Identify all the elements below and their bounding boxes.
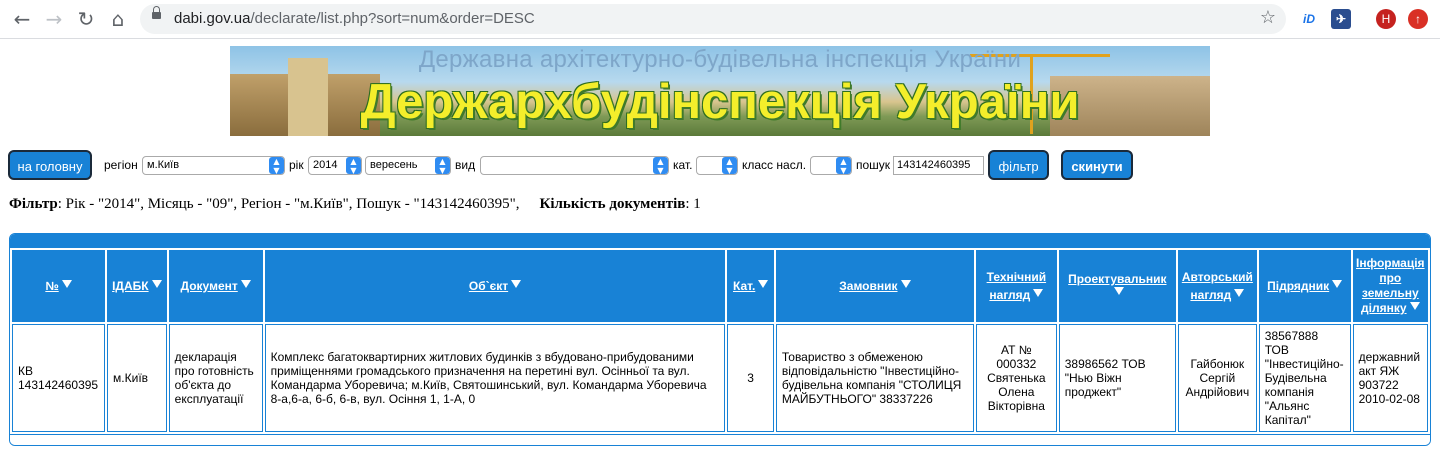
home-button[interactable]: на головну (8, 150, 92, 180)
cell-designer: 38986562 ТОВ "Нью Віжн проджект" (1058, 324, 1176, 432)
kind-select[interactable]: ▲ ▼ (480, 156, 669, 175)
select-arrows-icon: ▲ ▼ (346, 157, 361, 174)
sort-desc-icon[interactable] (511, 280, 522, 288)
select-arrows-icon: ▲ ▼ (269, 157, 284, 174)
header-category[interactable]: Кат. (727, 250, 774, 322)
region-select[interactable]: м.Київ ▲ ▼ (142, 156, 285, 175)
header-document[interactable]: Документ (168, 250, 263, 322)
table-top-bar (10, 234, 1430, 248)
kind-label: вид (455, 158, 476, 172)
extension-globe-icon[interactable]: ✈ (1331, 9, 1351, 29)
region-label: регіон (104, 158, 138, 172)
update-icon[interactable]: ↑ (1408, 9, 1428, 29)
site-banner: Державна архітектурно-будівельна інспекц… (230, 46, 1210, 136)
banner-subtitle: Державна архітектурно-будівельна інспекц… (418, 46, 1022, 73)
filter-bar: на головну регіон м.Київ ▲ ▼ рік 2014 ▲ ▼ ве… (8, 150, 1438, 182)
sort-desc-icon[interactable] (1234, 289, 1245, 297)
count-text: : 1 (685, 196, 701, 212)
forward-arrow-icon[interactable]: → (42, 7, 66, 31)
select-arrows-icon: ▲ ▼ (722, 157, 737, 174)
cell-customer: Товариство з обмеженою відповідальністю … (775, 324, 974, 432)
filter-summary-text: : Рік - "2014", Місяць - "09", Регіон - … (57, 196, 520, 212)
filter-button[interactable]: фільтр (988, 150, 1049, 180)
sort-desc-icon[interactable] (1409, 302, 1420, 310)
cell-author-supervision: Гайбонюк Сергій Андрійович (1177, 324, 1257, 432)
header-idabk[interactable]: ІДАБК (107, 250, 167, 322)
header-object[interactable]: Об`єкт (264, 250, 726, 322)
sort-desc-icon[interactable] (240, 280, 251, 288)
sort-desc-icon[interactable] (1332, 280, 1343, 288)
table-row: КВ 143142460395 м.Київ декларація про го… (12, 324, 1428, 432)
url-text[interactable]: dabi.gov.ua/declarate/list.php?sort=num&… (174, 10, 535, 27)
results-table: № ІДАБК Документ Об`єкт Кат. Замовник Те… (10, 248, 1430, 434)
class-select[interactable]: ▲ ▼ (810, 156, 852, 175)
count-label: Кількість документів (539, 196, 686, 212)
lock-icon (152, 6, 161, 19)
sort-desc-icon[interactable] (1113, 287, 1124, 295)
search-input[interactable]: 143142460395 (893, 156, 984, 175)
category-select[interactable]: ▲ ▼ (696, 156, 738, 175)
year-select[interactable]: 2014 ▲ ▼ (308, 156, 362, 175)
reload-icon[interactable]: ↻ (74, 7, 98, 31)
sort-desc-icon[interactable] (758, 280, 769, 288)
cell-idabk: м.Київ (107, 324, 167, 432)
address-bar[interactable]: dabi.gov.ua/declarate/list.php?sort=num&… (140, 4, 1286, 34)
cell-category: 3 (727, 324, 774, 432)
category-label: кат. (673, 158, 693, 172)
header-tech-supervision[interactable]: Технічний нагляд (975, 250, 1057, 322)
cell-land-info: державний акт ЯЖ 903722 2010-02-08 (1352, 324, 1428, 432)
sort-desc-icon[interactable] (151, 280, 162, 288)
header-author-supervision[interactable]: Авторський нагляд (1177, 250, 1257, 322)
header-contractor[interactable]: Підрядник (1258, 250, 1351, 322)
header-designer[interactable]: Проектувальник (1058, 250, 1176, 322)
reset-button[interactable]: скинути (1061, 150, 1133, 180)
browser-toolbar: ← → ↻ ⌂ dabi.gov.ua/declarate/list.php?s… (0, 0, 1440, 39)
sort-desc-icon[interactable] (61, 280, 72, 288)
table-footer (10, 434, 1430, 445)
select-arrows-icon: ▲ ▼ (653, 157, 668, 174)
cell-document: декларація про готовність об'єкта до екс… (168, 324, 263, 432)
header-customer[interactable]: Замовник (775, 250, 974, 322)
month-select[interactable]: вересень ▲ ▼ (365, 156, 451, 175)
home-icon[interactable]: ⌂ (106, 7, 130, 31)
cell-object: Комплекс багатоквартирних житлових будин… (264, 324, 726, 432)
cell-num: КВ 143142460395 (12, 324, 106, 432)
filter-summary: Фільтр: Рік - "2014", Місяць - "09", Рег… (9, 196, 701, 213)
class-label: класс насл. (742, 158, 807, 172)
year-label: рік (289, 158, 304, 172)
back-arrow-icon[interactable]: ← (10, 7, 34, 31)
banner-title: Держархбудінспекція України (360, 75, 1080, 129)
sort-desc-icon[interactable] (900, 280, 911, 288)
sort-desc-icon[interactable] (1033, 289, 1044, 297)
select-arrows-icon: ▲ ▼ (836, 157, 851, 174)
header-land-info[interactable]: Інформація про земельну ділянку (1352, 250, 1428, 322)
results-table-container: № ІДАБК Документ Об`єкт Кат. Замовник Те… (9, 233, 1431, 446)
filter-summary-label: Фільтр (9, 196, 58, 212)
select-arrows-icon: ▲ ▼ (435, 157, 450, 174)
cell-tech-supervision: АТ № 000332 Святенька Олена Вікторівна (975, 324, 1057, 432)
header-num[interactable]: № (12, 250, 106, 322)
extension-id-icon[interactable]: iD (1299, 9, 1319, 29)
search-label: пошук (856, 158, 891, 172)
bookmark-star-icon[interactable]: ☆ (1260, 7, 1276, 28)
cell-contractor: 38567888 ТОВ "Інвестиційно-Будівельна ко… (1258, 324, 1351, 432)
profile-avatar[interactable]: H (1376, 9, 1396, 29)
table-header-row: № ІДАБК Документ Об`єкт Кат. Замовник Те… (12, 250, 1428, 322)
